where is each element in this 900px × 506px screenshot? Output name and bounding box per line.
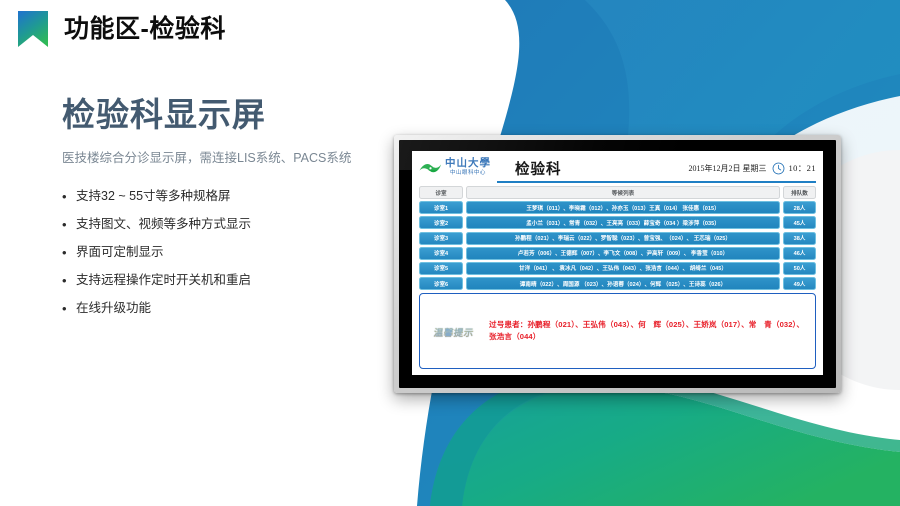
notice-bar: 温馨提示 过号患者：孙鹏程（021）、王弘伟（043）、何 辉（025）、王娇岚… (419, 293, 816, 369)
table-row: 诊室1 王梦琪（011）、李晓霜（012）、孙亦玉（013）王真（014） 张佳… (419, 201, 816, 215)
cell-queue-count: 46人 (783, 246, 816, 260)
table-row: 诊室6 谭南晴（022）、周国源 （023）、孙语蓉（024）、何辉 （025）… (419, 277, 816, 291)
page-title: 功能区-检验科 (64, 14, 226, 43)
list-item-label: 界面可定制显示 (76, 245, 164, 260)
feature-bullet-list: • 支持32 ~ 55寸等多种规格屏 • 支持图文、视频等多种方式显示 • 界面… (62, 190, 382, 315)
bullet-marker-icon: • (62, 301, 67, 317)
list-item-label: 支持32 ~ 55寸等多种规格屏 (76, 189, 231, 204)
column-header-queue-count: 排队数 (783, 186, 816, 199)
monitor-bezel: 中山大學 中山眼科中心 检验科 2015年12月2日 星期三 10：21 诊室 … (399, 140, 836, 388)
column-header-room: 诊室 (419, 186, 463, 199)
table-row: 诊室3 孙鹏程（021）、李瑞云（022）、罗智聪（023）、曾宝强、（024）… (419, 231, 816, 245)
cell-waiting-list: 孟小兰（031）、常青（032）、王亮亮（033）薛宝奇（034 ）梁涉萍（03… (466, 216, 780, 230)
section-title: 检验科显示屏 (62, 96, 266, 133)
slide-canvas: 功能区-检验科 检验科显示屏 医技楼综合分诊显示屏，需连接LIS系统、PACS系… (0, 0, 900, 506)
queue-display-app: 中山大學 中山眼科中心 检验科 2015年12月2日 星期三 10：21 诊室 … (412, 151, 823, 375)
cell-room: 诊室6 (419, 277, 463, 291)
slide-header: 功能区-检验科 (0, 0, 226, 48)
list-item: • 支持图文、视频等多种方式显示 (62, 218, 382, 231)
notice-badge: 温馨提示 (422, 322, 487, 341)
cell-queue-count: 38人 (783, 231, 816, 245)
date-label: 2015年12月2日 星期三 (688, 163, 767, 173)
cell-room: 诊室1 (419, 201, 463, 215)
eye-logo-icon (419, 161, 442, 176)
cell-queue-count: 28人 (783, 201, 816, 215)
bullet-marker-icon: • (62, 189, 67, 205)
cell-queue-count: 45人 (783, 216, 816, 230)
queue-table: 诊室 等候列表 排队数 诊室1 王梦琪（011）、李晓霜（012）、孙亦玉（01… (419, 186, 816, 291)
cell-room: 诊室3 (419, 231, 463, 245)
bullet-marker-icon: • (62, 245, 67, 261)
table-header-row: 诊室 等候列表 排队数 (419, 186, 816, 199)
display-monitor: 中山大學 中山眼科中心 检验科 2015年12月2日 星期三 10：21 诊室 … (394, 135, 841, 393)
time-label: 10：21 (788, 163, 816, 173)
cell-waiting-list: 王梦琪（011）、李晓霜（012）、孙亦玉（013）王真（014） 张佳惠（01… (466, 201, 780, 215)
cell-room: 诊室5 (419, 261, 463, 275)
bookmark-icon (16, 10, 50, 48)
bullet-marker-icon: • (62, 217, 67, 233)
header-divider (497, 181, 816, 183)
column-header-waiting-list: 等候列表 (466, 186, 780, 199)
cell-room: 诊室4 (419, 246, 463, 260)
notice-text: 过号患者：孙鹏程（021）、王弘伟（043）、何 辉（025）、王娇岚（017）… (489, 320, 805, 342)
department-title: 检验科 (515, 161, 562, 178)
cell-queue-count: 49人 (783, 277, 816, 291)
logo-text: 中山大學 中山眼科中心 (445, 159, 491, 176)
section-subtitle: 医技楼综合分诊显示屏，需连接LIS系统、PACS系统 (62, 150, 352, 165)
list-item-label: 支持远程操作定时开关机和重启 (76, 273, 252, 288)
left-content-column: 检验科显示屏 医技楼综合分诊显示屏，需连接LIS系统、PACS系统 • 支持32… (62, 96, 382, 330)
cell-waiting-list: 卢若芳（006）、王德辉（007）、李飞文（008）、尹高轩（009）、 李香莹… (466, 246, 780, 260)
list-item: • 支持32 ~ 55寸等多种规格屏 (62, 190, 382, 203)
list-item: • 支持远程操作定时开关机和重启 (62, 274, 382, 287)
hospital-logo: 中山大學 中山眼科中心 (419, 159, 491, 176)
list-item-label: 支持图文、视频等多种方式显示 (76, 217, 252, 232)
cell-waiting-list: 甘洋（041） 、 袁冰凡（042）、王弘伟（043）、张浩言（044）、 胡绮… (466, 261, 780, 275)
bullet-marker-icon: • (62, 273, 67, 289)
table-row: 诊室5 甘洋（041） 、 袁冰凡（042）、王弘伟（043）、张浩言（044）… (419, 261, 816, 275)
logo-name: 中山大學 (445, 158, 491, 170)
list-item: • 界面可定制显示 (62, 246, 382, 259)
cell-waiting-list: 谭南晴（022）、周国源 （023）、孙语蓉（024）、何辉 （025）、王诗蕊… (466, 277, 780, 291)
list-item: • 在线升级功能 (62, 302, 382, 315)
cell-waiting-list: 孙鹏程（021）、李瑞云（022）、罗智聪（023）、曾宝强、（024）、 王芯… (466, 231, 780, 245)
table-row: 诊室4 卢若芳（006）、王德辉（007）、李飞文（008）、尹高轩（009）、… (419, 246, 816, 260)
table-row: 诊室2 孟小兰（031）、常青（032）、王亮亮（033）薛宝奇（034 ）梁涉… (419, 216, 816, 230)
cell-queue-count: 50人 (783, 261, 816, 275)
cell-room: 诊室2 (419, 216, 463, 230)
clock-icon (772, 162, 785, 175)
list-item-label: 在线升级功能 (76, 301, 152, 316)
app-header: 中山大學 中山眼科中心 检验科 2015年12月2日 星期三 10：21 (419, 156, 816, 181)
logo-subname: 中山眼科中心 (450, 170, 486, 177)
datetime-area: 2015年12月2日 星期三 10：21 (688, 162, 816, 175)
